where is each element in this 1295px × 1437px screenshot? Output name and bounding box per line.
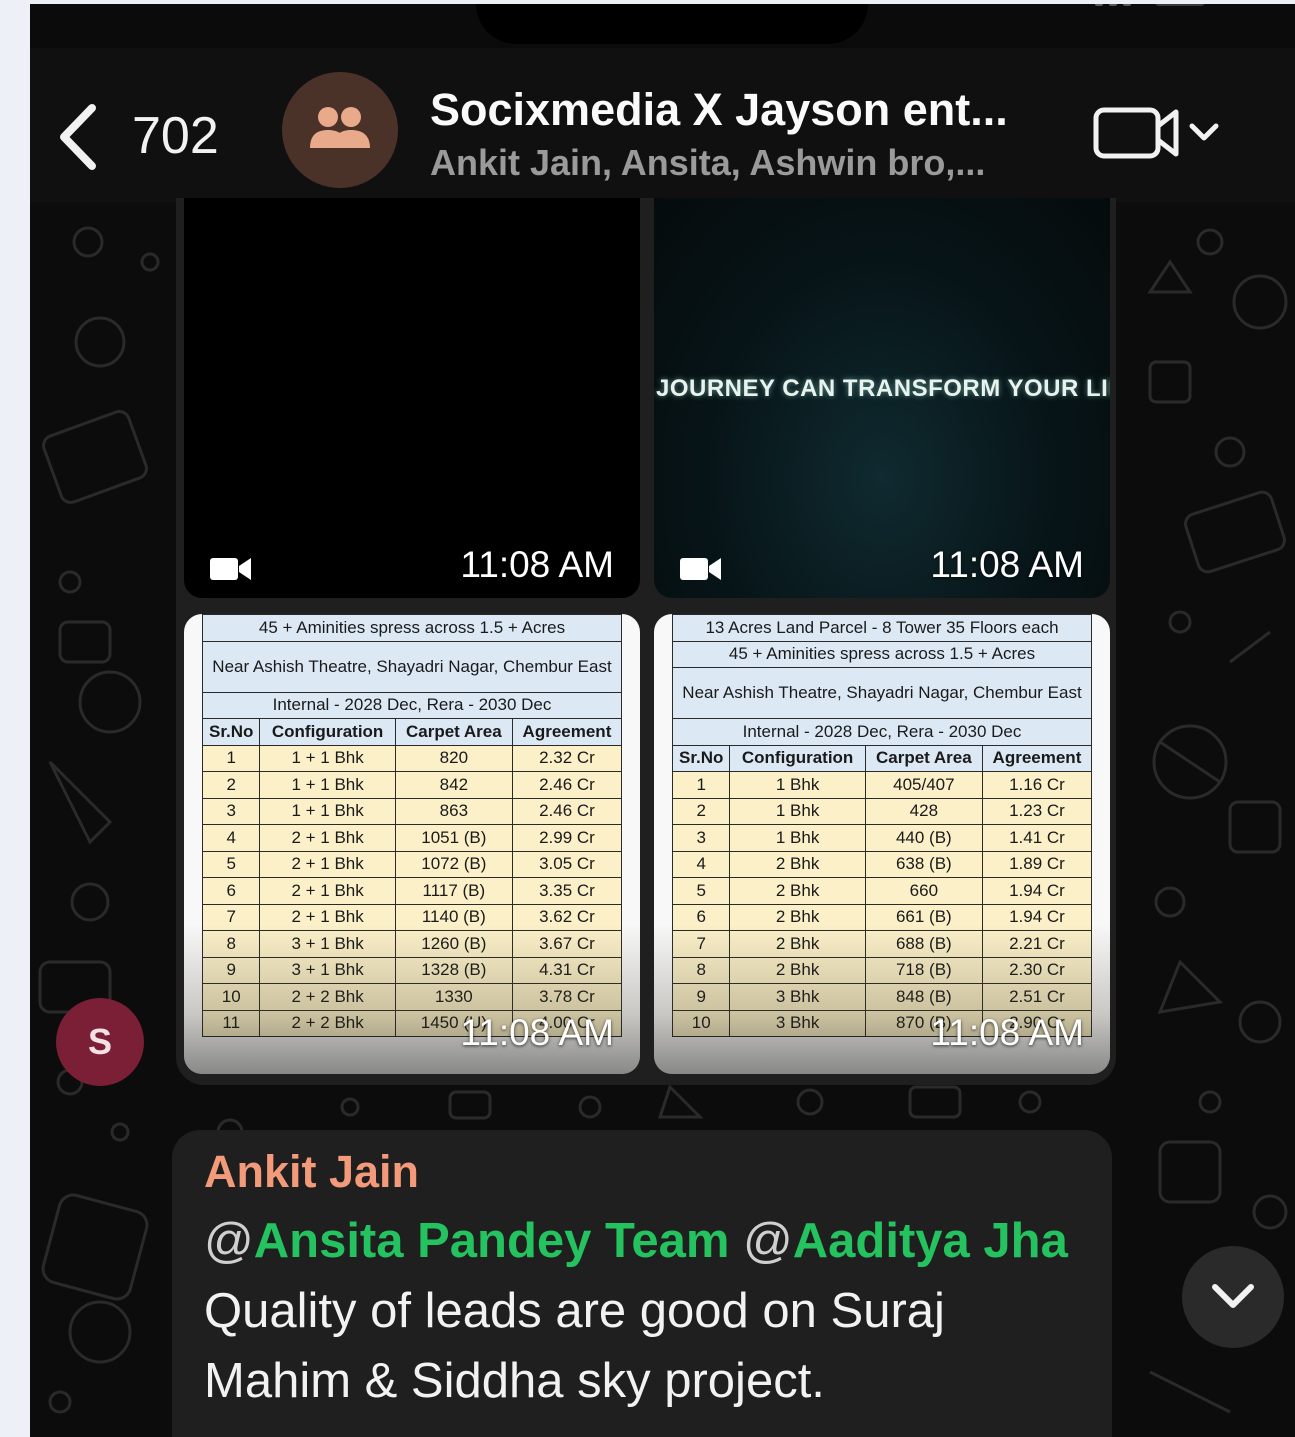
sheet-cell: 405/407	[864, 771, 983, 799]
message-text: @Ansita Pandey Team @Aaditya Jha Quality…	[204, 1206, 1094, 1416]
mention-ansita[interactable]: Ansita Pandey Team	[254, 1214, 730, 1268]
chevron-down-icon	[1212, 1284, 1254, 1308]
sheet-cell: 2.99 Cr	[511, 824, 623, 852]
sheet-cell: 2 Bhk	[729, 877, 866, 905]
sheet-cell: 1 Bhk	[729, 797, 866, 825]
sheet-cell: 2 Bhk	[729, 850, 866, 878]
chat-members[interactable]: Ankit Jain, Ansita, Ashwin bro,...	[430, 142, 985, 184]
sheet-cell: 2 + 1 Bhk	[259, 877, 396, 905]
video-call-icon[interactable]	[1092, 104, 1222, 164]
sheet-cell: 428	[864, 797, 983, 825]
sheet-cell: 842	[394, 771, 513, 799]
sheet-cell: 4	[201, 824, 261, 852]
sheet-row: 21 Bhk 428 1.23 Cr	[671, 797, 1093, 825]
chat-title[interactable]: Socixmedia X Jayson ent...	[430, 84, 1008, 136]
video-timestamp: 11:08 AM	[930, 544, 1084, 585]
message-bubble[interactable]: Ankit Jain @Ansita Pandey Team @Aaditya …	[172, 1130, 1112, 1437]
message-body: Quality of leads are good on Suraj Mahim…	[204, 1284, 945, 1408]
sheet-cell: 2 + 1 Bhk	[259, 850, 396, 878]
unread-count[interactable]: 702	[132, 106, 219, 166]
sheet-cell: 1	[201, 744, 261, 772]
image-timestamp: 11:08 AM	[460, 1012, 614, 1053]
sheet-row: 11 Bhk 405/407 1.16 Cr	[671, 771, 1093, 799]
video-camera-icon	[680, 558, 721, 580]
sheet-cell: 1.94 Cr	[981, 877, 1093, 905]
sheet-cell: 1.89 Cr	[981, 850, 1093, 878]
sheet-cell: 1	[671, 771, 731, 799]
sheet-cell: 2	[201, 771, 261, 799]
video-timestamp: 11:08 AM	[460, 544, 614, 585]
sheet-cell: 1072 (B)	[394, 850, 513, 878]
sheet-row: 52 + 1 Bhk 1072 (B) 3.05 Cr	[201, 850, 623, 878]
media-album: 11:08 AM JOURNEY CAN TRANSFORM YOUR LIFE…	[176, 198, 1116, 1085]
phone-screen: 702 Socixmedia X Jayson ent... Ankit Jai…	[30, 4, 1295, 1437]
mention-aaditya[interactable]: Aaditya Jha	[793, 1214, 1068, 1268]
sheet-row: 11 + 1 Bhk 820 2.32 Cr	[201, 744, 623, 772]
sheet-cell: 638 (B)	[864, 850, 983, 878]
sheet-cell: 5	[671, 877, 731, 905]
sheet-row: 31 + 1 Bhk 863 2.46 Cr	[201, 797, 623, 825]
video-thumbnail[interactable]: 11:08 AM	[184, 198, 640, 598]
sheet-cell: 1117 (B)	[394, 877, 513, 905]
sheet-cell: 2	[671, 797, 731, 825]
sheet-cell: 3.35 Cr	[511, 877, 623, 905]
sheet-cell: 1 + 1 Bhk	[259, 771, 396, 799]
sheet-row: 62 + 1 Bhk 1117 (B) 3.35 Cr	[201, 877, 623, 905]
sender-avatar[interactable]: S	[56, 998, 144, 1086]
sheet-cell: 1 Bhk	[729, 771, 866, 799]
sheet-cell: 863	[394, 797, 513, 825]
back-chevron-icon[interactable]	[56, 102, 100, 172]
sheet-cell: 660	[864, 877, 983, 905]
sheet-row: 21 + 1 Bhk 842 2.46 Cr	[201, 771, 623, 799]
sheet-cell: 1 + 1 Bhk	[259, 744, 396, 772]
price-sheet-image[interactable]: 45 + Aminities spress across 1.5 + Acres…	[184, 614, 640, 1074]
sheet-cell: 1051 (B)	[394, 824, 513, 852]
group-icon	[310, 107, 370, 148]
sheet-cell: 2.32 Cr	[511, 744, 623, 772]
chat-header: 702 Socixmedia X Jayson ent... Ankit Jai…	[30, 48, 1295, 202]
chat-area[interactable]: 11:08 AM JOURNEY CAN TRANSFORM YOUR LIFE…	[30, 198, 1295, 1437]
sheet-cell: 820	[394, 744, 513, 772]
sheet-cell: 1.41 Cr	[981, 824, 1093, 852]
sheet-cell: 1 Bhk	[729, 824, 866, 852]
video-thumbnail[interactable]: JOURNEY CAN TRANSFORM YOUR LIFE 11:08 AM	[654, 198, 1110, 598]
sheet-cell: 2.46 Cr	[511, 771, 623, 799]
status-bar-icons	[1095, 4, 1205, 6]
sheet-cell: 5	[201, 850, 261, 878]
sheet-cell: 4	[671, 850, 731, 878]
sheet-row: 42 Bhk 638 (B) 1.89 Cr	[671, 850, 1093, 878]
sheet-row: 42 + 1 Bhk 1051 (B) 2.99 Cr	[201, 824, 623, 852]
sheet-cell: 6	[201, 877, 261, 905]
status-bar-time	[205, 4, 325, 8]
message-sender-name[interactable]: Ankit Jain	[204, 1146, 419, 1198]
scroll-to-bottom-button[interactable]	[1182, 1246, 1284, 1348]
mention-at: @	[743, 1214, 793, 1268]
sheet-cell: 3	[201, 797, 261, 825]
sheet-cell: 1 + 1 Bhk	[259, 797, 396, 825]
mention-at: @	[204, 1214, 254, 1268]
sheet-cell: 2.46 Cr	[511, 797, 623, 825]
sheet-row: 31 Bhk 440 (B) 1.41 Cr	[671, 824, 1093, 852]
video-camera-icon	[210, 558, 251, 580]
sheet-cell: 440 (B)	[864, 824, 983, 852]
video-frame-caption: JOURNEY CAN TRANSFORM YOUR LIFE	[656, 375, 1110, 402]
sheet-cell: 1.23 Cr	[981, 797, 1093, 825]
sheet-cell: 3.05 Cr	[511, 850, 623, 878]
group-avatar[interactable]	[282, 72, 398, 188]
sheet-cell: 2 + 1 Bhk	[259, 824, 396, 852]
sheet-cell: 3	[671, 824, 731, 852]
price-sheet-image[interactable]: 13 Acres Land Parcel - 8 Tower 35 Floors…	[654, 614, 1110, 1074]
sheet-row: 52 Bhk 660 1.94 Cr	[671, 877, 1093, 905]
image-timestamp: 11:08 AM	[930, 1012, 1084, 1053]
sheet-cell: 1.16 Cr	[981, 771, 1093, 799]
dynamic-island	[476, 4, 868, 44]
